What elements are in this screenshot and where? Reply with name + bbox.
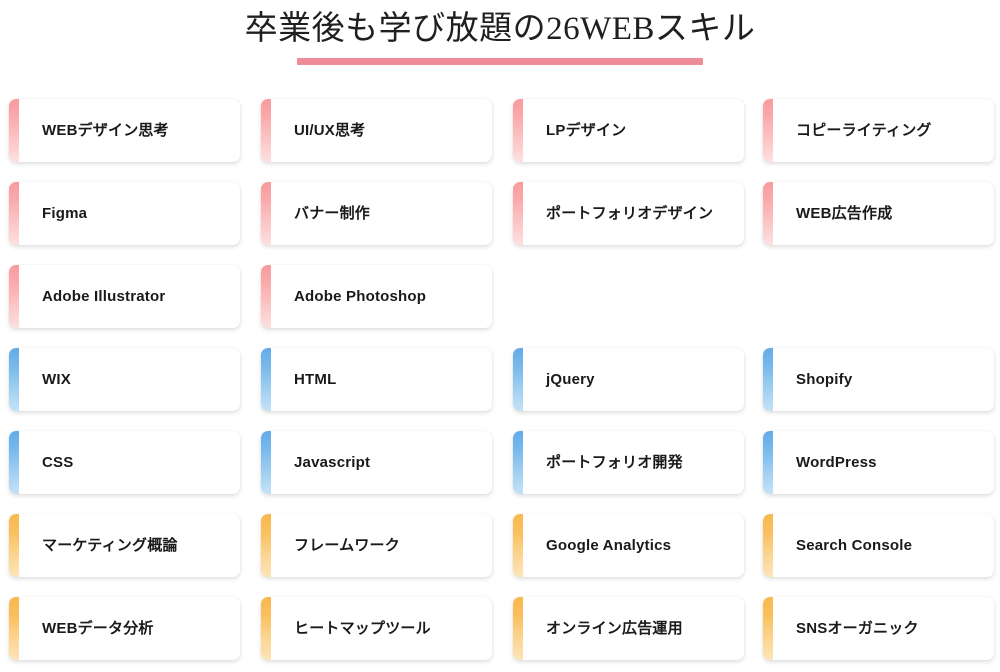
skill-card-label: コピーライティング	[796, 121, 932, 139]
skill-card[interactable]: WEBデザイン思考	[9, 99, 240, 162]
page-title: 卒業後も学び放題の26WEBスキル	[244, 11, 756, 47]
skill-card[interactable]: Adobe Photoshop	[261, 265, 492, 328]
skill-card-label: ポートフォリオデザイン	[546, 204, 714, 222]
skill-card[interactable]: ポートフォリオデザイン	[513, 182, 744, 245]
skill-card-label: WEBデータ分析	[42, 619, 154, 637]
skill-card-label: Figma	[42, 204, 88, 222]
skill-card-label: SNSオーガニック	[796, 619, 919, 637]
card-accent-bar	[513, 514, 523, 577]
skill-card-label: jQuery	[546, 370, 595, 388]
skills-grid: WEBデザイン思考 UI/UX思考 LPデザイン コピーライティング Figma バナー制…	[0, 90, 1000, 672]
card-accent-bar	[513, 431, 523, 494]
skill-card[interactable]: SNSオーガニック	[763, 597, 994, 660]
skill-card[interactable]: CSS	[9, 431, 240, 494]
skill-card-label: Adobe Photoshop	[294, 287, 427, 305]
skill-card-label: HTML	[294, 370, 337, 388]
skill-card[interactable]: HTML	[261, 348, 492, 411]
skill-card[interactable]: Shopify	[763, 348, 994, 411]
title-underline-rule	[297, 58, 703, 65]
skill-card-label: LPデザイン	[546, 121, 627, 139]
skill-card[interactable]: WEBデータ分析	[9, 597, 240, 660]
skill-card-label: ヒートマップツール	[294, 619, 431, 637]
card-accent-bar	[261, 514, 271, 577]
skill-card-label: オンライン広告運用	[546, 619, 683, 637]
card-accent-bar	[763, 99, 773, 162]
skill-card[interactable]: Search Console	[763, 514, 994, 577]
card-accent-bar	[9, 597, 19, 660]
skills-page: 卒業後も学び放題の26WEBスキル WEBデザイン思考 UI/UX思考 LPデザイン…	[0, 0, 1000, 672]
skill-card-label: WEB広告作成	[796, 204, 893, 222]
card-accent-bar	[9, 431, 19, 494]
skill-card[interactable]: WEB広告作成	[763, 182, 994, 245]
skill-card-label: バナー制作	[294, 204, 371, 222]
card-accent-bar	[763, 348, 773, 411]
card-accent-bar	[763, 597, 773, 660]
skill-card[interactable]: Google Analytics	[513, 514, 744, 577]
skill-card[interactable]: フレームワーク	[261, 514, 492, 577]
page-heading: 卒業後も学び放題の26WEBスキル	[0, 0, 1000, 90]
card-accent-bar	[513, 182, 523, 245]
card-accent-bar	[9, 348, 19, 411]
skill-card[interactable]: Adobe Illustrator	[9, 265, 240, 328]
skill-card-label: WIX	[42, 370, 71, 388]
card-accent-bar	[9, 99, 19, 162]
card-accent-bar	[513, 597, 523, 660]
card-accent-bar	[513, 348, 523, 411]
card-accent-bar	[261, 182, 271, 245]
skill-card-label: マーケティング概論	[42, 536, 178, 554]
skill-card-label: UI/UX思考	[294, 121, 366, 139]
card-accent-bar	[261, 597, 271, 660]
skill-card-label: Search Console	[796, 536, 913, 554]
skill-card-label: Javascript	[294, 453, 371, 471]
skill-card[interactable]: Javascript	[261, 431, 492, 494]
skill-card[interactable]: マーケティング概論	[9, 514, 240, 577]
card-accent-bar	[9, 182, 19, 245]
card-accent-bar	[763, 514, 773, 577]
card-accent-bar	[9, 265, 19, 328]
card-accent-bar	[763, 182, 773, 245]
skill-card[interactable]: Figma	[9, 182, 240, 245]
skill-card-label: Shopify	[796, 370, 853, 388]
skill-card-label: ポートフォリオ開発	[546, 453, 683, 471]
skill-card[interactable]: WordPress	[763, 431, 994, 494]
card-accent-bar	[9, 514, 19, 577]
card-accent-bar	[763, 431, 773, 494]
card-accent-bar	[261, 348, 271, 411]
skill-card[interactable]: オンライン広告運用	[513, 597, 744, 660]
skill-card[interactable]: ポートフォリオ開発	[513, 431, 744, 494]
card-accent-bar	[261, 265, 271, 328]
skill-card-label: WEBデザイン思考	[42, 121, 169, 139]
skill-card[interactable]: バナー制作	[261, 182, 492, 245]
skill-card-label: Adobe Illustrator	[42, 287, 166, 305]
skill-card[interactable]: LPデザイン	[513, 99, 744, 162]
card-accent-bar	[261, 431, 271, 494]
skill-card-label: フレームワーク	[294, 536, 400, 554]
skill-card[interactable]: コピーライティング	[763, 99, 994, 162]
skill-card[interactable]: ヒートマップツール	[261, 597, 492, 660]
skill-card[interactable]: WIX	[9, 348, 240, 411]
card-accent-bar	[513, 99, 523, 162]
skill-card[interactable]: jQuery	[513, 348, 744, 411]
skill-card-label: CSS	[42, 453, 74, 471]
skill-card[interactable]: UI/UX思考	[261, 99, 492, 162]
skill-card-label: Google Analytics	[546, 536, 672, 554]
card-accent-bar	[261, 99, 271, 162]
skill-card-label: WordPress	[796, 453, 877, 471]
